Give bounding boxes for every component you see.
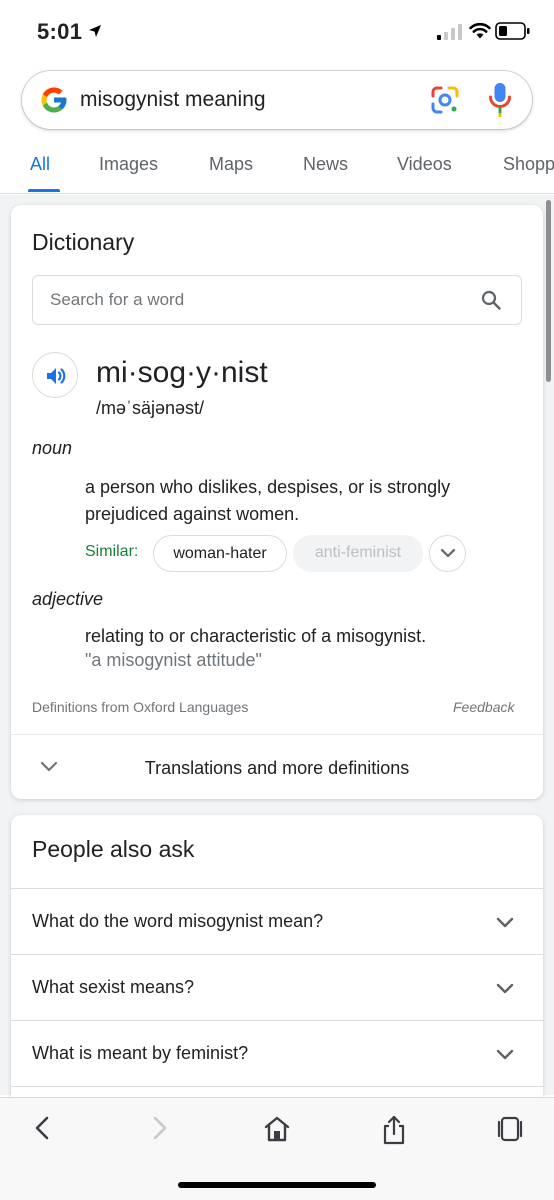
forward-icon[interactable] <box>150 1115 170 1141</box>
chevron-down-icon <box>496 1049 514 1060</box>
dictionary-card: Dictionary Search for a word mi·sog·y·ni… <box>11 205 543 799</box>
tab-news[interactable]: News <box>303 154 348 175</box>
home-indicator <box>178 1182 376 1188</box>
definition-adjective: relating to or characteristic of a misog… <box>85 626 427 646</box>
similar-label: Similar: <box>85 543 139 560</box>
question-text: What is meant by feminist? <box>32 1043 249 1063</box>
search-tabs: All Images Maps News Videos Shopping <box>0 140 554 194</box>
people-also-ask-title: People also ask <box>32 836 195 862</box>
google-lens-icon[interactable] <box>429 84 461 116</box>
tab-all[interactable]: All <box>30 154 50 175</box>
related-question[interactable]: What do the word misogynist mean? <box>11 888 543 954</box>
chevron-down-icon <box>440 548 456 558</box>
status-time: 5:01 <box>37 19 83 44</box>
page-scrollbar[interactable] <box>546 200 551 382</box>
people-also-ask-card: People also ask What do the word misogyn… <box>11 815 543 1105</box>
tab-videos[interactable]: Videos <box>397 154 452 175</box>
related-question[interactable]: What is meant by feminist? <box>11 1020 543 1086</box>
word-search-input[interactable]: Search for a word <box>32 275 522 325</box>
chevron-down-icon <box>496 917 514 928</box>
phonetic-spelling: /məˈsäjənəst/ <box>96 398 205 418</box>
home-icon[interactable] <box>263 1115 291 1143</box>
browser-toolbar <box>0 1097 554 1200</box>
tabs-icon[interactable] <box>496 1115 524 1143</box>
search-icon[interactable] <box>481 290 501 310</box>
status-bar: 5:01 <box>0 0 554 66</box>
speaker-icon <box>47 368 66 384</box>
screen: 5:01 misogynist meaning All Images Maps … <box>0 0 554 1200</box>
word-search-placeholder: Search for a word <box>50 290 185 309</box>
feedback-link[interactable]: Feedback <box>453 699 514 715</box>
google-logo-icon <box>41 87 67 113</box>
location-arrow-icon <box>89 25 101 37</box>
translations-more-definitions[interactable]: Translations and more definitions <box>11 735 543 799</box>
usage-example: "a misogynist attitude" <box>85 650 262 670</box>
similar-chip-anti-feminist[interactable]: anti-feminist <box>293 535 423 572</box>
definitions-source: Definitions from Oxford Languages <box>32 699 249 715</box>
active-tab-indicator <box>28 189 60 192</box>
question-text: What do the word misogynist mean? <box>32 911 324 931</box>
pronunciation-button[interactable] <box>32 352 78 398</box>
definition-noun: a person who dislikes, despises, or is s… <box>85 477 451 524</box>
back-icon[interactable] <box>32 1115 52 1141</box>
share-icon[interactable] <box>381 1115 407 1145</box>
wifi-icon <box>469 22 491 39</box>
headword: mi·sog·y·nist <box>96 356 268 389</box>
google-search-bar[interactable]: misogynist meaning <box>22 71 532 129</box>
dictionary-title: Dictionary <box>32 229 135 255</box>
part-of-speech-adjective: adjective <box>32 589 104 609</box>
similar-chip-woman-hater[interactable]: woman-hater <box>153 535 287 572</box>
mic-icon[interactable] <box>488 82 512 118</box>
expand-similar-button[interactable] <box>429 535 466 572</box>
question-text: What sexist means? <box>32 977 195 997</box>
chevron-down-icon <box>496 983 514 994</box>
cell-signal-icon <box>437 24 462 40</box>
tab-images[interactable]: Images <box>99 154 158 175</box>
tab-shopping[interactable]: Shopping <box>503 154 554 175</box>
battery-icon <box>495 22 530 40</box>
related-question[interactable]: What sexist means? <box>11 954 543 1020</box>
part-of-speech-noun: noun <box>32 438 73 458</box>
tab-maps[interactable]: Maps <box>209 154 253 175</box>
search-query-text[interactable]: misogynist meaning <box>80 88 266 112</box>
translations-label: Translations and more definitions <box>144 758 410 778</box>
